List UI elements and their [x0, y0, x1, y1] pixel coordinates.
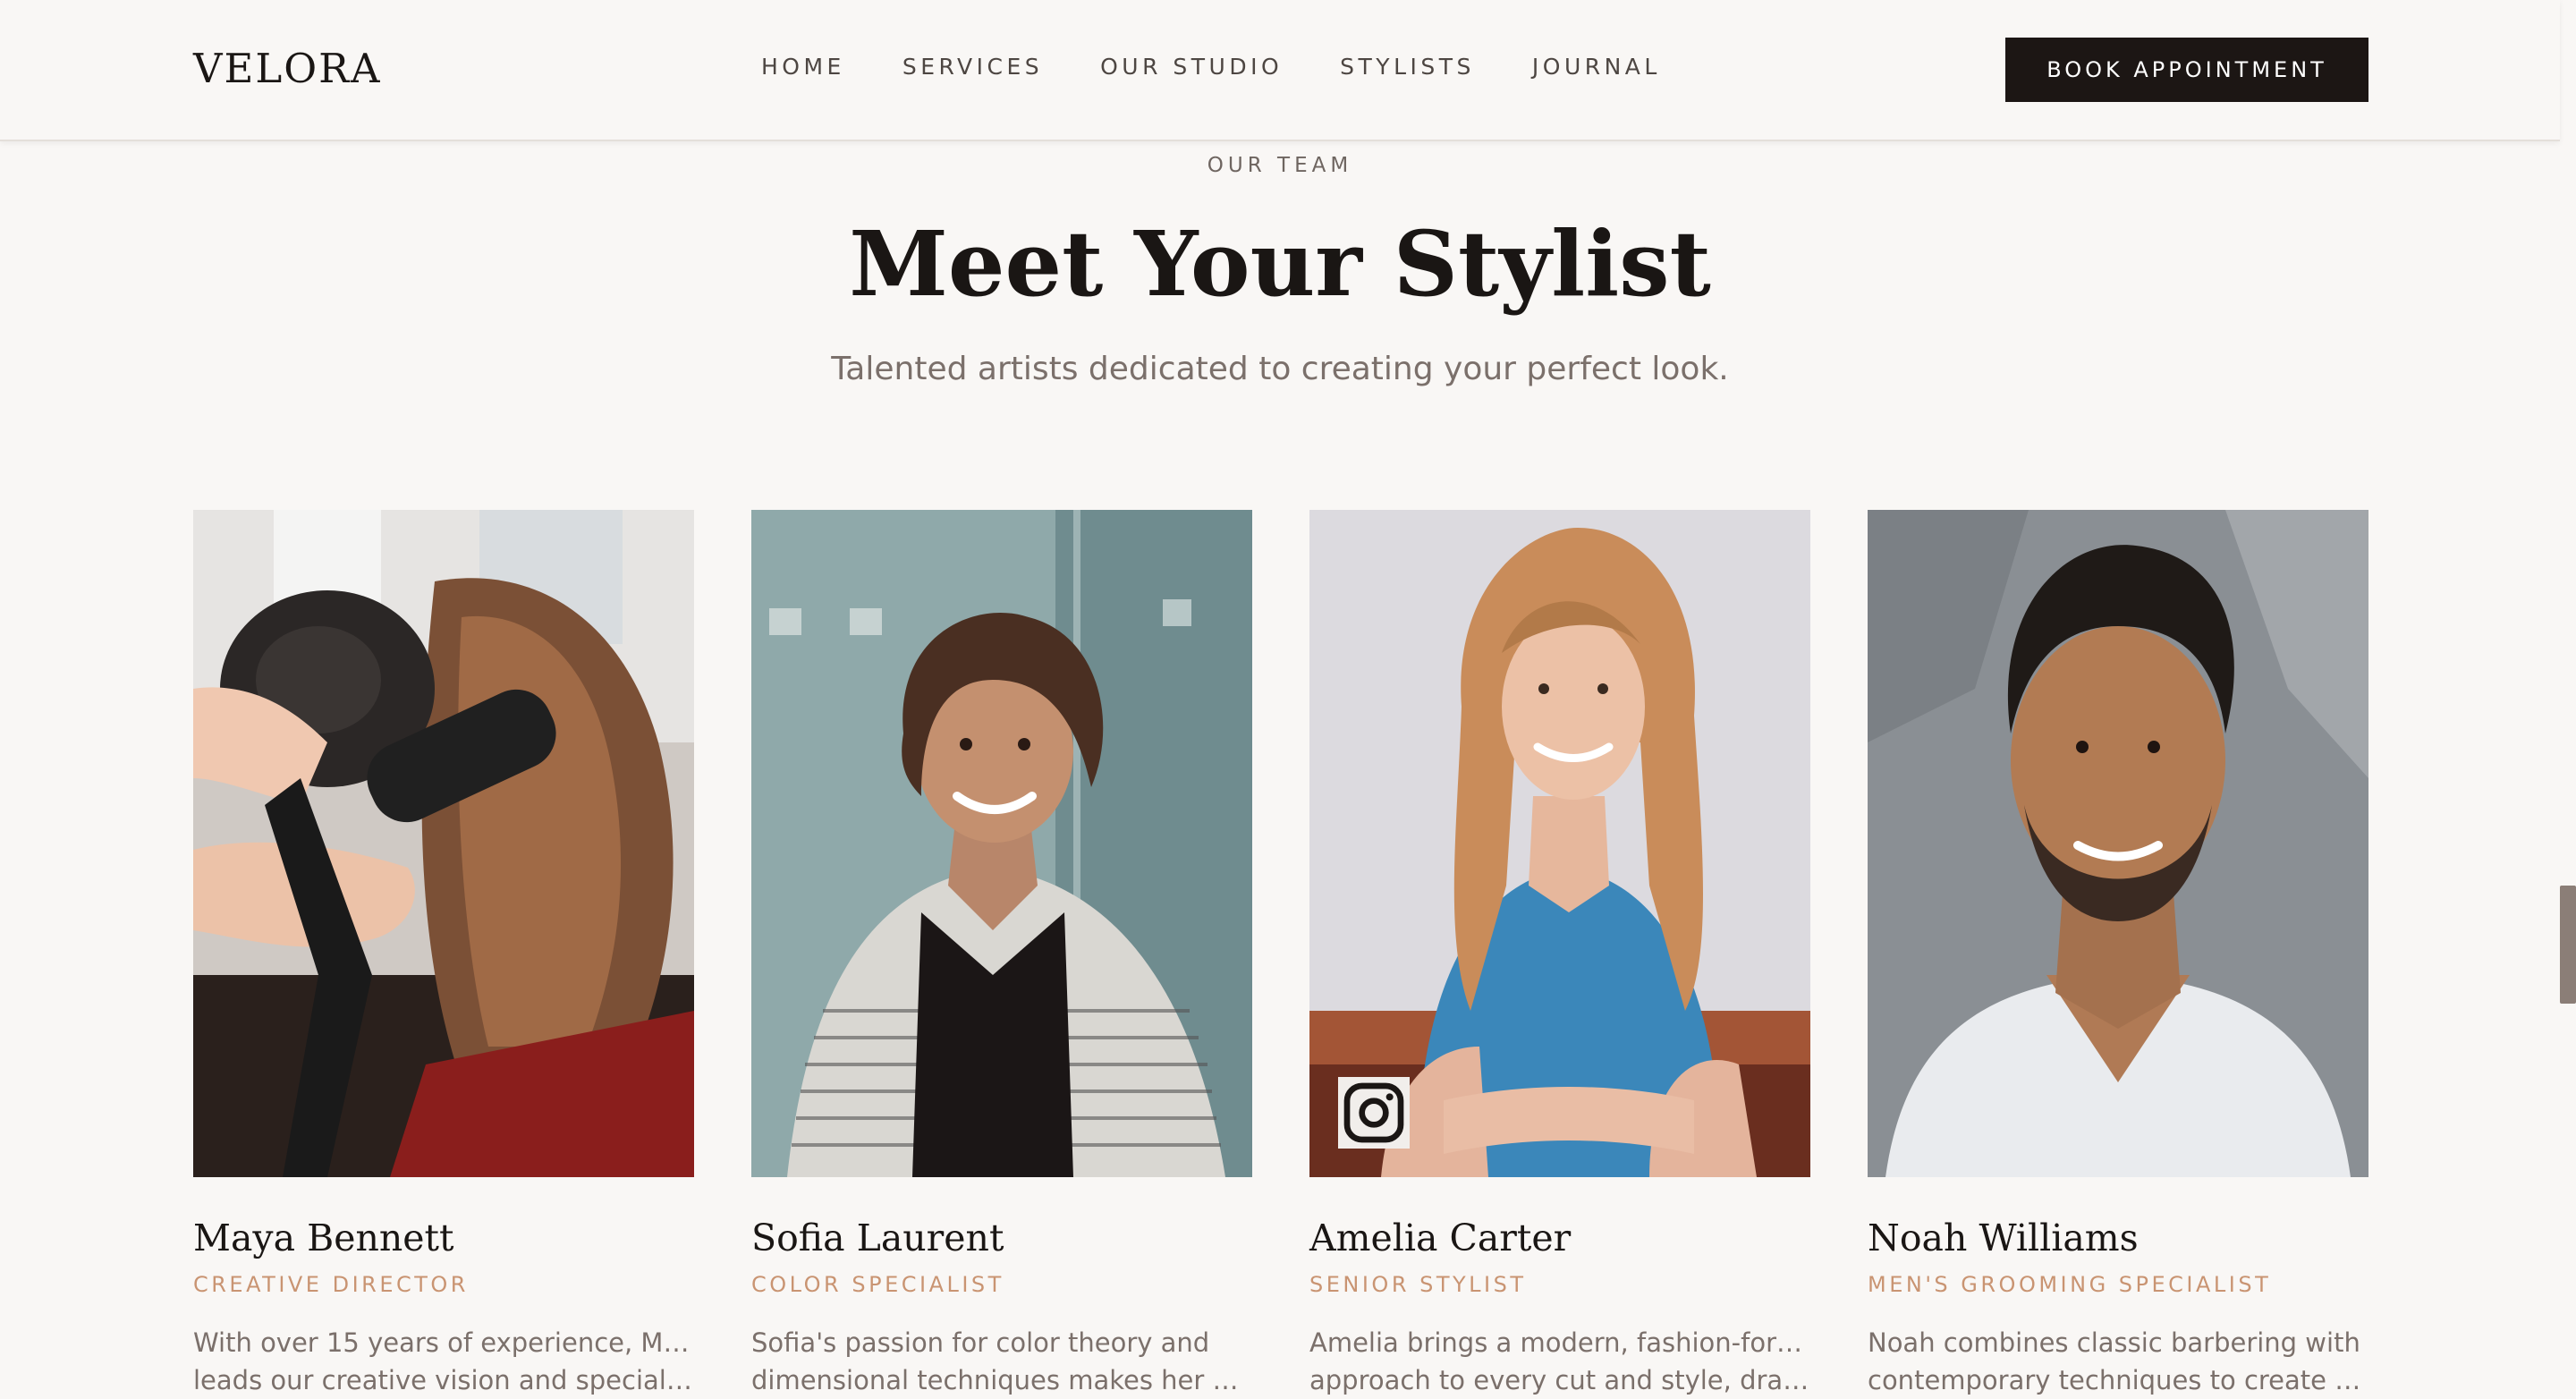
stylist-card: Sofia Laurent COLOR SPECIALIST Sofia's p… — [751, 510, 1252, 1399]
stylist-name: Noah Williams — [1868, 1217, 2139, 1259]
section-subtitle: Talented artists dedicated to creating y… — [831, 351, 1729, 387]
stylist-name: Amelia Carter — [1309, 1217, 1572, 1259]
stylist-role: COLOR SPECIALIST — [751, 1272, 1004, 1297]
nav-stylists[interactable]: STYLISTS — [1340, 54, 1475, 80]
stylist-photo — [1868, 510, 2368, 1177]
stylist-bio-line: approach to every cut and style, drawin.… — [1309, 1365, 1810, 1395]
stylist-bio-line: dimensional techniques makes her one ... — [751, 1365, 1252, 1395]
stylist-bio-line: Noah combines classic barbering with — [1868, 1327, 2360, 1358]
stylist-bio: Amelia brings a modern, fashion-forward … — [1309, 1324, 1810, 1399]
nav-home[interactable]: HOME — [761, 54, 845, 80]
nav-our-studio[interactable]: OUR STUDIO — [1100, 54, 1283, 80]
stylist-photo — [193, 510, 694, 1177]
main-nav: HOME SERVICES OUR STUDIO STYLISTS JOURNA… — [761, 54, 1661, 80]
nav-journal[interactable]: JOURNAL — [1532, 54, 1661, 80]
section-title: Meet Your Stylist — [849, 211, 1711, 317]
stylist-card: Maya Bennett CREATIVE DIRECTOR With over… — [193, 510, 694, 1399]
stylist-photo-image — [193, 510, 694, 1177]
logo[interactable]: VELORA — [193, 45, 382, 92]
scrollbar-thumb[interactable] — [2560, 886, 2576, 1004]
stylist-bio-line: Sofia's passion for color theory and — [751, 1327, 1210, 1358]
stylist-bio-line: With over 15 years of experience, Maya — [193, 1327, 694, 1358]
stylist-card: Noah Williams MEN'S GROOMING SPECIALIST … — [1868, 510, 2368, 1399]
stylist-card: Amelia Carter SENIOR STYLIST Amelia brin… — [1309, 510, 1810, 1399]
stylist-role: CREATIVE DIRECTOR — [193, 1272, 469, 1297]
stylist-name: Sofia Laurent — [751, 1217, 1004, 1259]
stylist-photo-image — [751, 510, 1252, 1177]
stylist-name: Maya Bennett — [193, 1217, 454, 1259]
book-appointment-button[interactable]: BOOK APPOINTMENT — [2005, 38, 2368, 102]
stylist-bio: With over 15 years of experience, Maya l… — [193, 1324, 694, 1399]
nav-services[interactable]: SERVICES — [902, 54, 1043, 80]
stylist-photo — [1309, 510, 1810, 1177]
stylist-bio-line: contemporary techniques to create shar..… — [1868, 1365, 2368, 1395]
stylist-photo-image — [1868, 510, 2368, 1177]
stylist-bio: Sofia's passion for color theory and dim… — [751, 1324, 1252, 1399]
stylist-bio-line: leads our creative vision and specialize… — [193, 1365, 694, 1395]
instagram-button[interactable] — [1338, 1077, 1410, 1149]
stylist-bio: Noah combines classic barbering with con… — [1868, 1324, 2368, 1399]
site-header: VELORA HOME SERVICES OUR STUDIO STYLISTS… — [0, 0, 2560, 141]
stylist-role: MEN'S GROOMING SPECIALIST — [1868, 1272, 2272, 1297]
section-eyebrow: OUR TEAM — [1207, 154, 1353, 177]
stylist-photo — [751, 510, 1252, 1177]
stylist-bio-line: Amelia brings a modern, fashion-forward — [1309, 1327, 1810, 1358]
instagram-icon — [1343, 1082, 1404, 1143]
stylist-role: SENIOR STYLIST — [1309, 1272, 1527, 1297]
